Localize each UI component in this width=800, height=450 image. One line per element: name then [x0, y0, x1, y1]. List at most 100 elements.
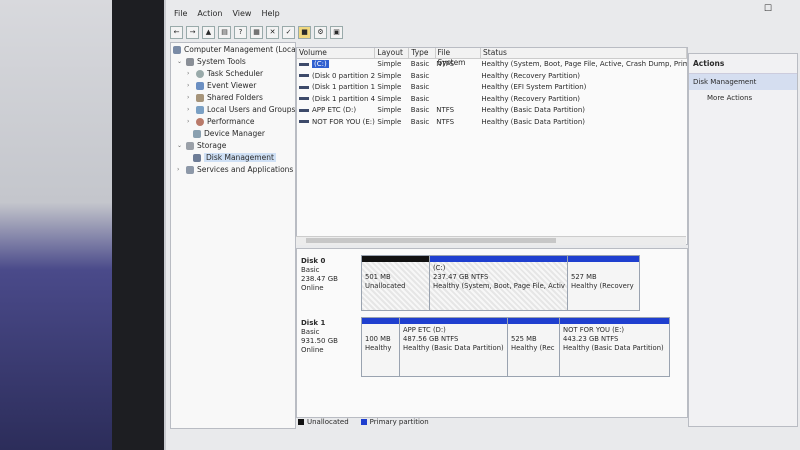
table-row[interactable]: NOT FOR YOU (E:) Simple Basic NTFS Healt…: [297, 117, 687, 129]
disk-name: Disk 1: [301, 319, 326, 327]
disk-0-info[interactable]: Disk 0 Basic 238.47 GB Online: [301, 257, 357, 293]
more-icon[interactable]: ▣: [330, 25, 343, 39]
volume-status: Healthy (System, Boot, Page File, Active…: [481, 60, 687, 68]
partition-recovery-0[interactable]: 527 MB Healthy (Recovery: [567, 255, 640, 311]
volume-status: Healthy (Basic Data Partition): [481, 106, 586, 114]
chevron-right-icon[interactable]: ›: [187, 118, 193, 125]
help-icon[interactable]: ?: [234, 25, 247, 39]
folder-icon[interactable]: ■: [298, 25, 311, 39]
col-volume[interactable]: Volume: [297, 48, 376, 58]
volume-layout: Simple: [377, 117, 402, 126]
show-hide-tree-icon[interactable]: ▤: [218, 25, 231, 39]
volume-icon: [299, 108, 309, 112]
col-layout[interactable]: Layout: [375, 48, 410, 58]
monitor-bezel: [112, 0, 164, 450]
partition-c[interactable]: (C:) 237.47 GB NTFS Healthy (System, Boo…: [429, 255, 568, 311]
more-actions-link[interactable]: More Actions: [689, 90, 797, 106]
volume-name: NOT FOR YOU (E:): [312, 117, 375, 126]
partition-cap: [400, 318, 507, 324]
volume-type: Basic: [410, 94, 430, 103]
device-manager-icon: [193, 129, 201, 138]
volume-fs: NTFS: [436, 117, 455, 126]
properties-icon[interactable]: ▦: [250, 25, 263, 39]
back-icon[interactable]: ←: [170, 25, 183, 39]
menu-view[interactable]: View: [232, 9, 251, 18]
volume-status: Healthy (EFI System Partition): [481, 83, 587, 91]
event-log-icon: [196, 81, 204, 90]
legend: Unallocated Primary partition: [298, 418, 429, 426]
up-icon[interactable]: ▲: [202, 25, 215, 39]
tree-task-scheduler[interactable]: › Task Scheduler: [187, 69, 263, 78]
tree-device-manager[interactable]: Device Manager: [193, 129, 265, 138]
restore-button[interactable]: ☐: [764, 4, 772, 14]
tree-performance[interactable]: › Performance: [187, 117, 255, 126]
chevron-right-icon[interactable]: ›: [187, 94, 193, 101]
col-file-system[interactable]: File System: [436, 48, 482, 67]
partition-title: (C:): [433, 264, 446, 272]
col-status[interactable]: Status: [481, 48, 687, 58]
partition-d[interactable]: APP ETC (D:) 487.56 GB NTFS Healthy (Bas…: [399, 317, 508, 377]
volume-name: (Disk 1 partition 4): [312, 94, 376, 103]
delete-icon[interactable]: ✕: [266, 25, 279, 39]
volume-icon: [299, 62, 309, 66]
table-row[interactable]: (Disk 1 partition 4) Simple Basic Health…: [297, 94, 687, 106]
disk-size: 238.47 GB: [301, 275, 338, 283]
legend-primary: Primary partition: [360, 418, 429, 426]
tree-shared-folders[interactable]: › Shared Folders: [187, 93, 263, 102]
performance-icon: [196, 117, 204, 126]
chevron-right-icon[interactable]: ›: [187, 106, 193, 113]
partition-e[interactable]: NOT FOR YOU (E:) 443.23 GB NTFS Healthy …: [559, 317, 670, 377]
tree-disk-management[interactable]: Disk Management: [193, 153, 276, 162]
chevron-right-icon[interactable]: ›: [187, 70, 193, 77]
partition-status: Healthy (Rec: [511, 344, 555, 352]
clock-icon: [196, 69, 204, 78]
navigation-tree: Computer Management (Local ⌄ System Tool…: [170, 42, 296, 429]
volume-layout: Simple: [377, 71, 402, 80]
chevron-right-icon[interactable]: ›: [177, 166, 183, 173]
partition-efi[interactable]: 100 MB Healthy: [361, 317, 400, 377]
volume-name: (Disk 0 partition 2): [312, 71, 376, 80]
disk-1-info[interactable]: Disk 1 Basic 931.50 GB Online: [301, 319, 357, 355]
table-row[interactable]: (Disk 1 partition 1) Simple Basic Health…: [297, 82, 687, 94]
table-row[interactable]: APP ETC (D:) Simple Basic NTFS Healthy (…: [297, 105, 687, 117]
chevron-down-icon[interactable]: ⌄: [177, 142, 183, 149]
partition-cap: [362, 318, 399, 324]
scrollbar-thumb[interactable]: [306, 238, 556, 243]
chevron-down-icon[interactable]: ⌄: [177, 58, 183, 65]
partition-unallocated[interactable]: 501 MB Unallocated: [361, 255, 430, 311]
partition-cap: [560, 318, 669, 324]
users-icon: [196, 105, 204, 114]
partition-status: Healthy: [365, 344, 392, 352]
table-row[interactable]: (C:) Simple Basic NTFS Healthy (System, …: [297, 59, 687, 71]
volume-icon: [299, 85, 309, 89]
computer-management-window: File Action View Help ☐ ← → ▲ ▤ ? ▦ ✕ ✓ …: [166, 0, 800, 450]
volume-icon: [299, 74, 309, 77]
tree-local-users[interactable]: › Local Users and Groups: [187, 105, 295, 114]
volume-layout: Simple: [377, 83, 402, 91]
tree-event-viewer[interactable]: › Event Viewer: [187, 81, 256, 90]
col-type[interactable]: Type: [409, 48, 436, 58]
tree-system-tools[interactable]: ⌄ System Tools: [177, 57, 246, 66]
actions-disk-management[interactable]: Disk Management: [689, 74, 797, 90]
horizontal-scrollbar[interactable]: [296, 236, 686, 245]
partition-recovery-1[interactable]: 525 MB Healthy (Rec: [507, 317, 560, 377]
volume-type: Basic: [410, 106, 430, 114]
disk-map: Disk 0 Basic 238.47 GB Online 501 MB Una…: [296, 248, 688, 418]
chevron-right-icon[interactable]: ›: [187, 82, 193, 89]
disk-icon: [193, 153, 201, 162]
tree-services-apps[interactable]: › Services and Applications: [177, 165, 293, 174]
volume-list: Volume Layout Type File System Status (C…: [296, 47, 688, 245]
disk-type: Basic: [301, 266, 320, 274]
check-icon[interactable]: ✓: [282, 25, 295, 39]
volume-type: Basic: [410, 83, 430, 91]
forward-icon[interactable]: →: [186, 25, 199, 39]
menu-file[interactable]: File: [174, 9, 187, 18]
menu-help[interactable]: Help: [261, 9, 279, 18]
actions-header: Actions: [689, 54, 797, 74]
settings-icon[interactable]: ⚙: [314, 25, 327, 39]
tree-root[interactable]: Computer Management (Local: [173, 45, 295, 54]
menu-action[interactable]: Action: [197, 9, 222, 18]
volume-fs: [434, 94, 479, 106]
tree-storage[interactable]: ⌄ Storage: [177, 141, 226, 150]
table-row[interactable]: (Disk 0 partition 2) Simple Basic Health…: [297, 71, 687, 83]
